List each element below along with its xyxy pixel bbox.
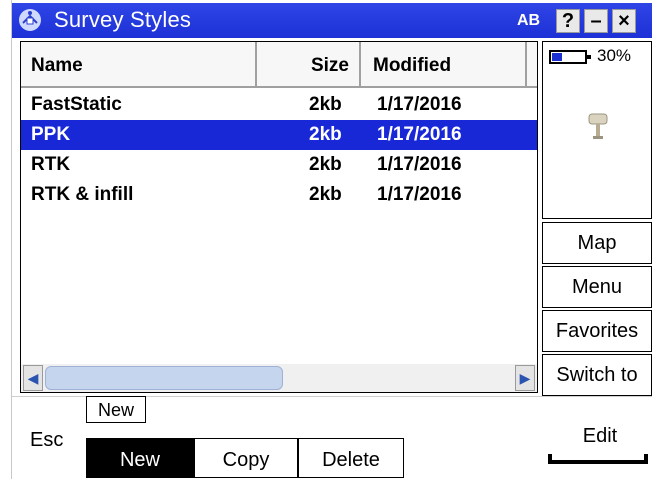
item-name: FastStatic [31, 94, 122, 115]
item-size: 2kb [309, 184, 342, 205]
app-window: Survey Styles AB ? – × Name Size Modifie… [0, 0, 652, 480]
item-size: 2kb [309, 124, 342, 145]
item-name: RTK & infill [31, 184, 134, 205]
delete-button[interactable]: Delete [298, 438, 404, 478]
close-button[interactable]: × [612, 9, 636, 33]
item-modified: 1/17/2016 [377, 154, 462, 175]
edit-softkey-indicator [548, 454, 648, 464]
horizontal-scrollbar[interactable]: ◀ ▶ [21, 364, 537, 392]
scroll-right-icon[interactable]: ▶ [515, 365, 535, 391]
satellite-icon [19, 9, 41, 31]
copy-button[interactable]: Copy [194, 438, 298, 478]
menu-button[interactable]: Menu [542, 266, 652, 308]
scroll-left-icon[interactable]: ◀ [23, 365, 43, 391]
menu-label: Menu [571, 276, 623, 298]
item-name: RTK [31, 154, 71, 175]
minimize-button[interactable]: – [584, 9, 608, 33]
favorites-button[interactable]: Favorites [542, 310, 652, 352]
list-item[interactable]: FastStatic 2kb 1/17/2016 [21, 90, 537, 120]
item-size: 2kb [309, 94, 342, 115]
list-item-selected[interactable]: PPK 2kb 1/17/2016 [21, 120, 537, 150]
list-item[interactable]: RTK & infill 2kb 1/17/2016 [21, 180, 537, 210]
item-modified: 1/17/2016 [377, 124, 462, 145]
new-tooltip: New [86, 396, 146, 423]
left-edge [0, 0, 12, 479]
antenna-icon[interactable] [587, 112, 609, 142]
switch-to-label: Switch to [556, 364, 638, 386]
input-mode-indicator[interactable]: AB [517, 12, 540, 30]
item-name: PPK [31, 124, 71, 145]
map-button[interactable]: Map [542, 222, 652, 264]
item-size: 2kb [309, 154, 342, 175]
status-panel: 30% [542, 41, 652, 219]
scroll-thumb[interactable] [45, 366, 283, 390]
item-modified: 1/17/2016 [377, 184, 462, 205]
column-header-size[interactable]: Size [257, 42, 361, 88]
list-item[interactable]: RTK 2kb 1/17/2016 [21, 150, 537, 180]
window-title: Survey Styles [54, 7, 192, 32]
survey-style-list: Name Size Modified FastStatic 2kb 1/17/2… [20, 41, 538, 393]
help-button[interactable]: ? [556, 9, 580, 33]
favorites-label: Favorites [555, 320, 639, 342]
list-header: Name Size Modified [21, 42, 537, 90]
column-header-modified[interactable]: Modified [361, 42, 527, 88]
edit-button[interactable]: Edit [551, 425, 649, 448]
battery-percent: 30% [597, 46, 632, 65]
map-label: Map [577, 232, 617, 254]
column-header-filler [527, 42, 537, 88]
battery-fill [552, 53, 562, 61]
column-header-name[interactable]: Name [21, 42, 257, 88]
title-bar: Survey Styles AB ? – × [12, 3, 652, 38]
esc-button[interactable]: Esc [30, 429, 63, 452]
battery-icon [549, 50, 591, 64]
item-modified: 1/17/2016 [377, 94, 462, 115]
switch-to-button[interactable]: Switch to [542, 354, 652, 396]
new-button[interactable]: New [86, 438, 194, 478]
